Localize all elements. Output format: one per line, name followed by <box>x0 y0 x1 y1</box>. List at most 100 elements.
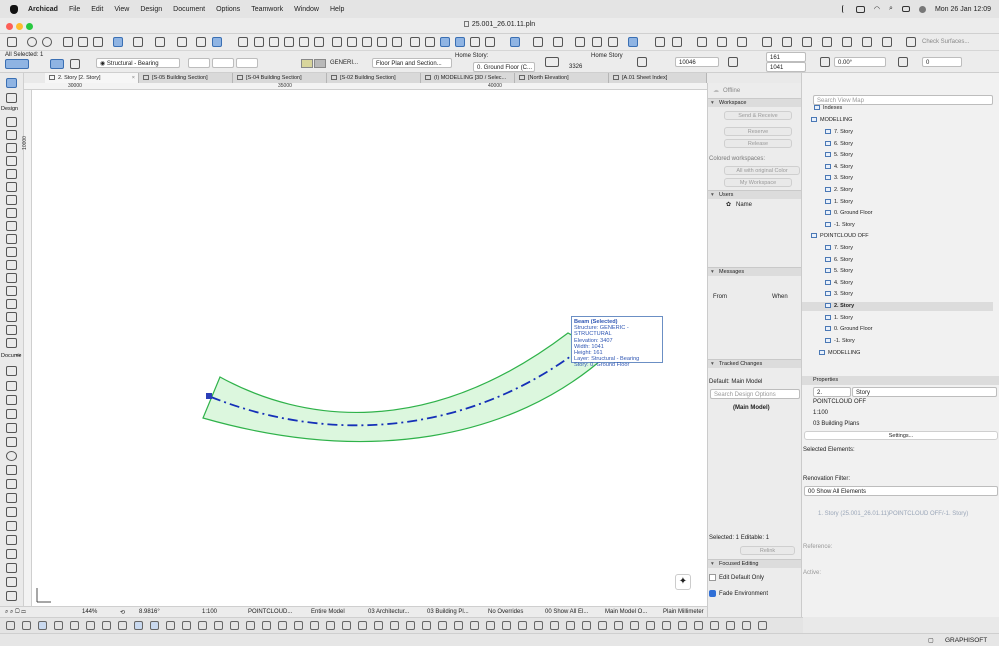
curtain-wall-tool-icon[interactable] <box>6 130 17 140</box>
menu-options[interactable]: Options <box>216 6 240 13</box>
figure-tool-icon[interactable] <box>6 507 17 517</box>
bottom-toolbar-icon[interactable] <box>326 621 335 630</box>
edit-default-only-checkbox[interactable] <box>709 574 716 581</box>
bottom-toolbar-icon[interactable] <box>134 621 143 630</box>
bottom-toolbar-icon[interactable] <box>726 621 735 630</box>
focused-editing-header[interactable]: Focused Editing <box>708 559 802 569</box>
users-header[interactable]: Users <box>708 190 802 200</box>
tab-north-elevation[interactable]: [North Elevation] <box>515 73 609 83</box>
design-options-search[interactable]: Search Design Options <box>710 389 800 399</box>
trim-icon[interactable] <box>410 37 420 47</box>
split-icon[interactable] <box>425 37 435 47</box>
properties-header[interactable]: Properties <box>802 376 999 385</box>
bottom-toolbar-icon[interactable] <box>102 621 111 630</box>
bottom-toolbar-icon[interactable] <box>566 621 575 630</box>
marquee-tool-icon[interactable] <box>6 93 17 103</box>
surface-icon[interactable] <box>717 37 727 47</box>
interior-elevation-tool-icon[interactable] <box>6 549 17 559</box>
hotspot-tool-icon[interactable] <box>6 493 17 503</box>
calculator-icon[interactable] <box>842 37 852 47</box>
story-view-item[interactable]: 6. Story <box>825 256 853 265</box>
modelling-folder[interactable]: MODELLING <box>811 116 852 125</box>
bottom-toolbar-icon[interactable] <box>598 621 607 630</box>
ref-line-dropdown-3[interactable] <box>236 58 258 68</box>
width-field[interactable]: 161 <box>766 52 806 62</box>
search-icon[interactable]: ⌕ <box>889 5 893 13</box>
menu-design[interactable]: Design <box>140 6 162 13</box>
renovation-icon[interactable] <box>672 37 682 47</box>
elevation-field[interactable]: 10046 <box>675 57 719 67</box>
bottom-toolbar-icon[interactable] <box>406 621 415 630</box>
shell-tool-icon[interactable] <box>6 195 17 205</box>
bottom-toolbar-icon[interactable] <box>630 621 639 630</box>
story-view-item[interactable]: 1. Story <box>825 314 853 323</box>
bottom-toolbar-icon[interactable] <box>502 621 511 630</box>
stair-tool-icon[interactable] <box>6 273 17 283</box>
menu-document[interactable]: Document <box>173 6 205 13</box>
bottom-toolbar-icon[interactable] <box>214 621 223 630</box>
story-view-item[interactable]: 1. Story <box>825 198 853 207</box>
change-tool-icon[interactable] <box>6 591 17 601</box>
bottom-toolbar-icon[interactable] <box>550 621 559 630</box>
bottom-toolbar-icon[interactable] <box>422 621 431 630</box>
ai-assistant-icon[interactable]: ✦ <box>675 574 691 590</box>
menu-app[interactable]: Archicad <box>28 6 58 13</box>
story-view-item[interactable]: 4. Story <box>825 163 853 172</box>
check-surfaces-label[interactable]: Check Surfaces... <box>922 39 969 45</box>
tab-2-story[interactable]: 2. Story [2. Story] × <box>45 73 139 83</box>
skylight-tool-icon[interactable] <box>6 247 17 257</box>
line-tool-icon[interactable] <box>6 437 17 447</box>
renovation-filter-dropdown[interactable]: 00 Show All Elements <box>804 486 998 496</box>
rotate-icon[interactable] <box>269 37 279 47</box>
story-view-item[interactable]: 4. Story <box>825 279 853 288</box>
bottom-toolbar-icon[interactable] <box>582 621 591 630</box>
property-name-field[interactable]: Story <box>852 387 997 397</box>
graphic-override-icon[interactable] <box>862 37 872 47</box>
bottom-toolbar-icon[interactable] <box>678 621 687 630</box>
angle-field[interactable]: 0.00° <box>834 57 886 67</box>
bottom-toolbar-icon[interactable] <box>38 621 47 630</box>
3d-view-icon[interactable] <box>392 37 402 47</box>
workspace-color-dropdown[interactable]: All with original Color <box>724 166 800 175</box>
label-icon[interactable] <box>608 37 618 47</box>
tab-sheet-index[interactable]: [A.01 Sheet Index] <box>609 73 707 83</box>
spline-tool-icon[interactable] <box>6 479 17 489</box>
grid-snap-icon[interactable] <box>177 37 187 47</box>
property-scale[interactable]: 1:100 <box>813 410 828 416</box>
zoom-controls-icon[interactable]: ⌕ ⌕ ▢ ▭ <box>5 609 26 616</box>
modelling-folder-bottom[interactable]: MODELLING <box>819 349 860 358</box>
floor-plan-canvas[interactable]: Beam (Selected) Structure: GENERIC - STR… <box>32 90 707 606</box>
property-mvo[interactable]: 03 Building Plans <box>813 421 859 427</box>
3d-window-icon[interactable] <box>362 37 372 47</box>
snap-guides-icon[interactable] <box>212 37 222 47</box>
bottom-toolbar-icon[interactable] <box>262 621 271 630</box>
height-field[interactable]: 1041 <box>766 62 806 72</box>
story-view-item[interactable]: 5. Story <box>825 267 853 276</box>
main-model-item[interactable]: (Main Model) <box>733 405 770 411</box>
bottom-toolbar-icon[interactable] <box>534 621 543 630</box>
lamp-tool-icon[interactable] <box>6 325 17 335</box>
syringe-icon[interactable] <box>93 37 103 47</box>
settings-button[interactable]: Settings... <box>804 431 998 440</box>
drag-icon[interactable] <box>254 37 264 47</box>
story-view-item[interactable]: 2. Story <box>825 186 853 195</box>
window-tool-icon[interactable] <box>6 234 17 244</box>
bluetooth-icon[interactable] <box>841 5 847 13</box>
elevate-icon[interactable] <box>299 37 309 47</box>
wifi-icon[interactable]: ◠ <box>874 5 880 13</box>
stretch-icon[interactable] <box>314 37 324 47</box>
holes-field[interactable]: 0 <box>922 57 962 67</box>
scale-value[interactable]: 1:100 <box>202 609 217 615</box>
bottom-toolbar-icon[interactable] <box>246 621 255 630</box>
material-swatch-2[interactable] <box>314 59 326 68</box>
design-option[interactable]: Main Model O... <box>605 609 647 615</box>
bottom-toolbar-icon[interactable] <box>342 621 351 630</box>
story-view-item[interactable]: 7. Story <box>825 128 853 137</box>
zone-tool-icon[interactable] <box>6 260 17 270</box>
bottom-toolbar-icon[interactable] <box>230 621 239 630</box>
building-material-icon[interactable] <box>737 37 747 47</box>
property-layer[interactable]: POINTCLOUD OFF <box>813 399 866 405</box>
floor-plan-section-button[interactable]: Floor Plan and Section... <box>372 58 452 68</box>
settings-dialog-icon[interactable] <box>50 59 64 69</box>
menu-view[interactable]: View <box>114 6 129 13</box>
